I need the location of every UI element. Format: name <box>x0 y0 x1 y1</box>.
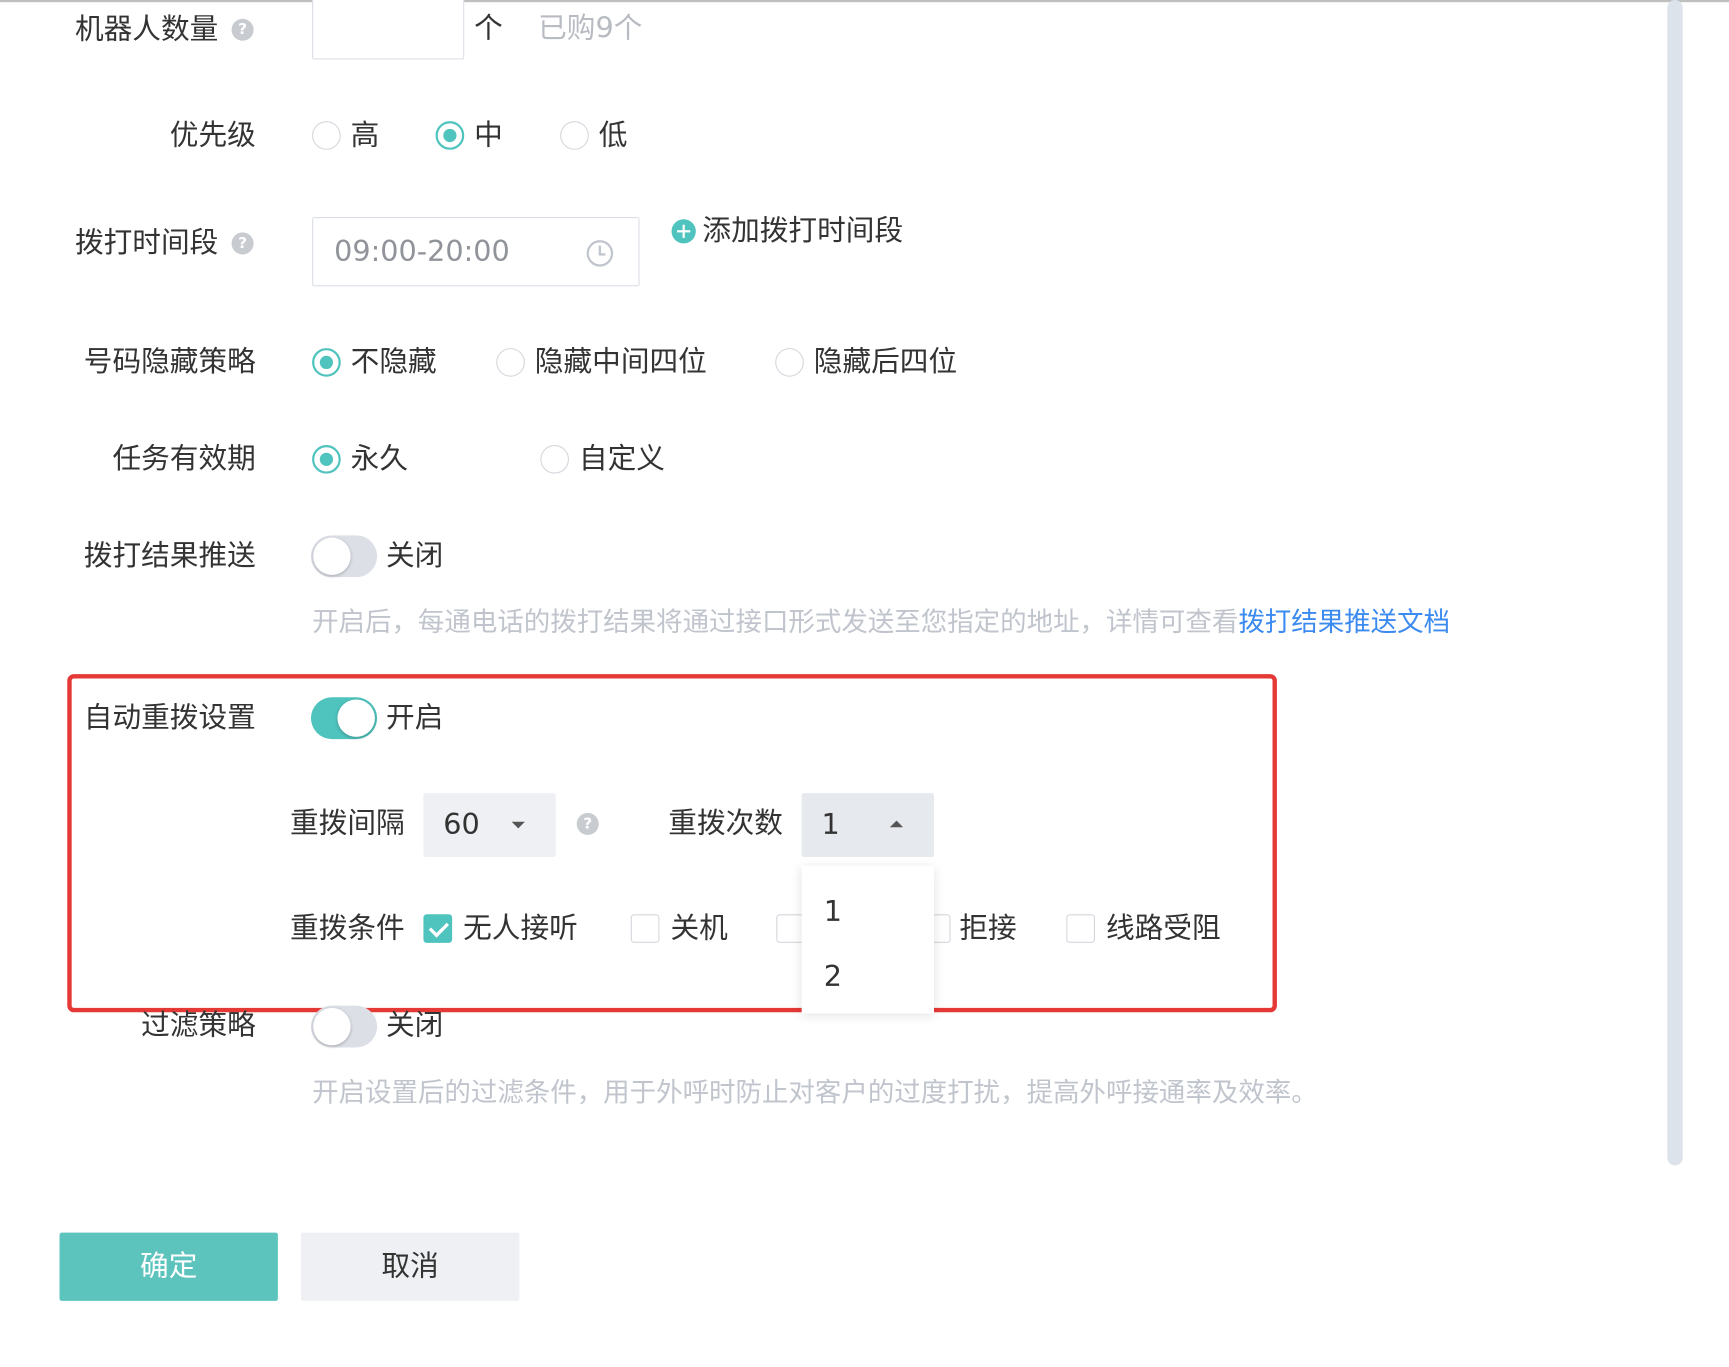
auto-redial-toggle[interactable] <box>310 697 378 740</box>
dial-time-help-icon[interactable]: ? <box>231 232 254 255</box>
line-blocked-checkbox[interactable] <box>1066 914 1095 943</box>
custom-radio[interactable] <box>540 445 569 474</box>
priority-medium-radio[interactable] <box>435 121 465 150</box>
filter-label: 过滤策略 <box>141 1008 256 1043</box>
priority-high-label[interactable]: 高 <box>351 119 380 152</box>
filter-hint: 开启设置后的过滤条件，用于外呼时防止对客户的过度打扰，提高外呼接通率及效率。 <box>312 1077 1318 1109</box>
redial-count-value: 1 <box>821 808 840 842</box>
condition-checkbox-3[interactable] <box>776 914 805 943</box>
result-push-state: 关闭 <box>385 539 444 573</box>
redial-interval-label: 重拨间隔 <box>290 807 405 841</box>
dropdown-option-1[interactable]: 1 <box>824 896 842 929</box>
hide-middle-label[interactable]: 隐藏中间四位 <box>535 346 707 379</box>
priority-high-radio[interactable] <box>312 121 341 150</box>
priority-low-radio[interactable] <box>560 121 589 150</box>
chevron-up-icon <box>889 820 904 828</box>
number-hide-label: 号码隐藏策略 <box>83 345 256 379</box>
no-answer-label[interactable]: 无人接听 <box>463 912 578 945</box>
hide-last-label[interactable]: 隐藏后四位 <box>814 346 957 379</box>
purchased-count-note: 已购9个 <box>538 12 643 46</box>
custom-label[interactable]: 自定义 <box>579 443 665 476</box>
line-blocked-label[interactable]: 线路受阻 <box>1106 912 1221 945</box>
reject-label[interactable]: 拒接 <box>959 912 1016 945</box>
no-answer-checkbox[interactable] <box>423 914 453 943</box>
robot-count-help-icon[interactable]: ? <box>231 18 254 41</box>
result-push-hint: 开启后，每通电话的拨打结果将通过接口形式发送至您指定的地址，详情可查看拨打结果推… <box>312 606 1450 639</box>
clock-icon <box>586 240 614 267</box>
result-push-hint-text: 开启后，每通电话的拨打结果将通过接口形式发送至您指定的地址，详情可查看 <box>312 606 1239 638</box>
result-push-label: 拨打结果推送 <box>83 539 256 573</box>
filter-toggle[interactable] <box>310 1005 378 1048</box>
no-hide-label[interactable]: 不隐藏 <box>351 346 437 379</box>
redial-count-select[interactable]: 1 <box>801 793 934 857</box>
permanent-radio[interactable] <box>312 445 341 474</box>
dial-time-label: 拨打时间段 <box>74 226 219 260</box>
auto-redial-label: 自动重拨设置 <box>83 701 256 735</box>
redial-count-label: 重拨次数 <box>668 807 783 841</box>
dropdown-option-2[interactable]: 2 <box>824 961 842 994</box>
redial-interval-help-icon[interactable]: ? <box>576 812 599 835</box>
top-divider <box>0 0 1729 3</box>
permanent-label[interactable]: 永久 <box>351 443 408 476</box>
power-off-label[interactable]: 关机 <box>670 912 727 945</box>
result-push-doc-link[interactable]: 拨打结果推送文档 <box>1238 607 1450 638</box>
confirm-button[interactable]: 确定 <box>59 1232 278 1301</box>
no-hide-radio[interactable] <box>312 348 341 377</box>
dial-time-input[interactable]: 09:00-20:00 <box>312 216 640 287</box>
priority-medium-label[interactable]: 中 <box>474 119 503 152</box>
hide-middle-radio[interactable] <box>496 348 525 377</box>
redial-count-dropdown: 1 2 <box>801 865 934 1014</box>
add-circle-icon[interactable] <box>671 219 696 244</box>
redial-interval-value: 60 <box>443 808 480 842</box>
power-off-checkbox[interactable] <box>630 914 660 943</box>
cancel-button[interactable]: 取消 <box>301 1232 520 1301</box>
validity-label: 任务有效期 <box>112 442 256 476</box>
auto-redial-state: 开启 <box>385 701 444 735</box>
filter-state: 关闭 <box>385 1008 444 1043</box>
vertical-scrollbar[interactable] <box>1667 0 1683 1166</box>
dialog-body: 机器人数量 ? 个 已购9个 优先级 高 中 低 拨打时间段 ? 09:00-2… <box>0 0 1729 1367</box>
chevron-down-icon <box>511 821 525 829</box>
redial-interval-select[interactable]: 60 <box>423 793 556 857</box>
add-dial-time-link[interactable]: 添加拨打时间段 <box>702 215 903 248</box>
robot-count-input[interactable] <box>312 0 465 60</box>
hide-last-radio[interactable] <box>775 348 804 377</box>
result-push-toggle[interactable] <box>310 535 378 578</box>
redial-conditions-label: 重拨条件 <box>290 912 405 946</box>
robot-count-label: 机器人数量 <box>74 13 219 47</box>
priority-label: 优先级 <box>169 118 256 153</box>
dial-time-value: 09:00-20:00 <box>334 235 510 269</box>
robot-count-unit: 个 <box>474 12 503 46</box>
priority-low-label[interactable]: 低 <box>599 119 628 152</box>
